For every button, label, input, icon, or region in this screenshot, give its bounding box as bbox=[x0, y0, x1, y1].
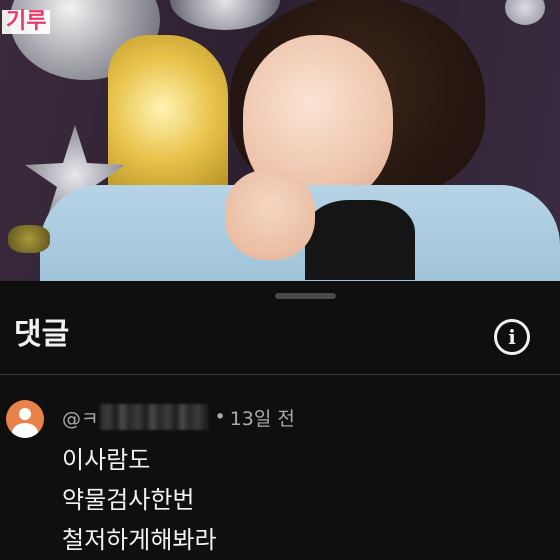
silver-balloon-right bbox=[505, 0, 545, 25]
header-divider bbox=[0, 374, 560, 375]
video-caption-fragment: 기루 bbox=[2, 10, 51, 34]
comment-body: 이사람도 약물검사한번 철저하게해봐라 bbox=[62, 440, 217, 560]
redacted-username bbox=[100, 404, 209, 430]
comment-meta: @ㅋ • 13일 전 bbox=[62, 402, 295, 432]
snack-in-hand bbox=[8, 225, 50, 253]
info-icon[interactable]: i bbox=[494, 319, 530, 355]
comments-title: 댓글 bbox=[14, 317, 70, 352]
silver-balloon-top bbox=[170, 0, 280, 30]
video-player[interactable]: 기루 bbox=[0, 0, 560, 281]
avatar-body bbox=[12, 423, 38, 438]
comment-line: 약물검사한번 bbox=[62, 486, 195, 514]
panel-drag-handle[interactable] bbox=[275, 293, 336, 299]
meta-separator: • bbox=[214, 406, 226, 428]
comment-time: 13일 전 bbox=[229, 407, 295, 430]
comment-line: 철저하게해봐라 bbox=[62, 526, 217, 554]
person-hand bbox=[225, 170, 315, 260]
avatar[interactable] bbox=[6, 400, 44, 438]
comment-line: 이사람도 bbox=[62, 446, 151, 474]
comment-author[interactable]: @ㅋ bbox=[62, 404, 98, 431]
person-collar bbox=[305, 200, 415, 280]
avatar-head bbox=[19, 408, 31, 420]
